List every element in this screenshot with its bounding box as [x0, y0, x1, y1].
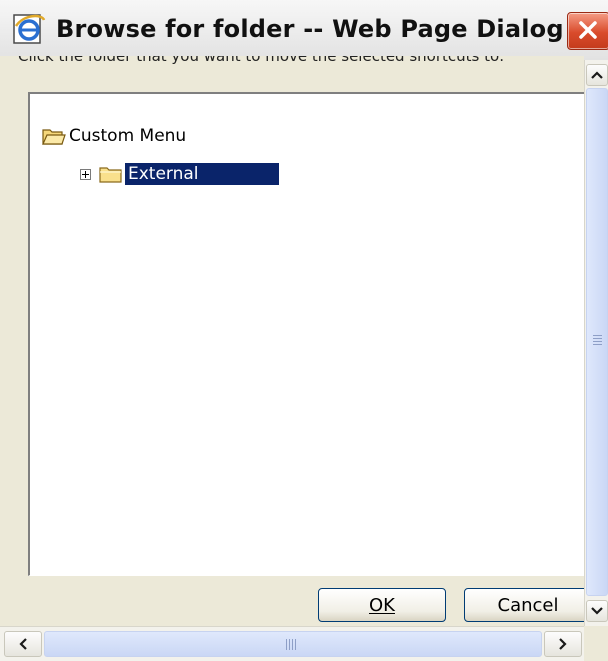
ok-button[interactable]: OK	[318, 588, 446, 622]
scroll-up-button[interactable]	[586, 64, 608, 86]
tree-item-external[interactable]: External	[80, 162, 279, 186]
instruction-strip: Click the folder that you want to move t…	[0, 56, 584, 66]
tree-item-label: Custom Menu	[69, 126, 187, 146]
scroll-left-button[interactable]	[4, 631, 42, 657]
cancel-button[interactable]: Cancel	[464, 588, 592, 622]
expand-plus-icon[interactable]	[80, 168, 91, 180]
instruction-text: Click the folder that you want to move t…	[18, 56, 505, 65]
horizontal-scrollbar[interactable]	[0, 626, 584, 661]
ok-button-label: OK	[369, 594, 395, 616]
vertical-scroll-thumb[interactable]	[586, 88, 608, 596]
grip-icon	[286, 639, 298, 650]
folder-open-icon	[42, 126, 66, 146]
grip-icon	[593, 335, 602, 347]
internet-explorer-icon	[12, 12, 46, 46]
chevron-up-icon	[591, 71, 603, 79]
chevron-left-icon	[19, 638, 27, 650]
vertical-scrollbar[interactable]	[584, 60, 608, 626]
browse-folder-dialog: Browse for folder -- Web Page Dialog Cli…	[0, 0, 608, 661]
chevron-right-icon	[559, 638, 567, 650]
cancel-button-label: Cancel	[497, 594, 559, 616]
scrollbar-corner	[584, 626, 608, 661]
tree-item-custom-menu[interactable]: Custom Menu	[42, 124, 186, 148]
scroll-right-button[interactable]	[544, 631, 582, 657]
dialog-body: Custom Menu External OK Cancel	[0, 66, 592, 626]
window-title: Browse for folder -- Web Page Dialog	[56, 15, 564, 43]
title-bar[interactable]: Browse for folder -- Web Page Dialog	[0, 0, 608, 61]
folder-tree: Custom Menu External	[28, 92, 584, 576]
chevron-down-icon	[591, 607, 603, 615]
folder-icon	[99, 164, 123, 184]
horizontal-scroll-thumb[interactable]	[44, 631, 542, 657]
tree-item-label-selected: External	[125, 163, 279, 185]
close-icon	[579, 21, 597, 39]
scroll-down-button[interactable]	[586, 600, 608, 622]
close-button[interactable]	[567, 12, 608, 50]
